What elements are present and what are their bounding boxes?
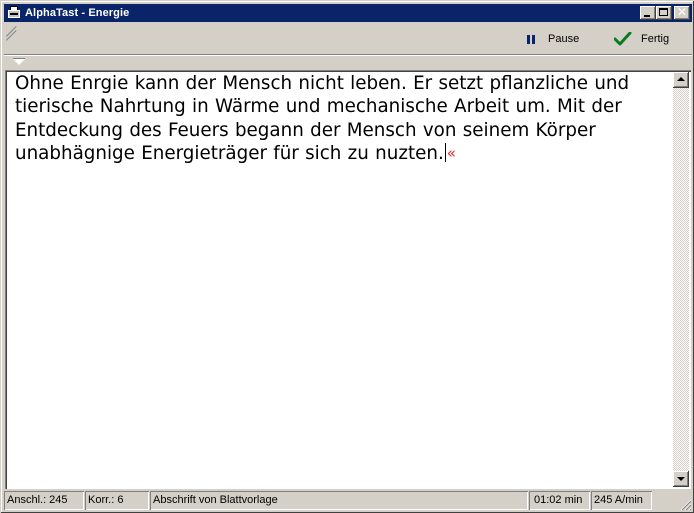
- status-mode: Abschrift von Blattvorlage: [150, 491, 528, 510]
- triangle-down-icon[interactable]: [13, 58, 25, 65]
- window-title: AlphaTast - Energie: [25, 7, 130, 19]
- status-time: 01:02 min: [529, 491, 590, 510]
- pause-button[interactable]: Pause: [527, 30, 579, 48]
- status-speed: 245 A/min: [591, 491, 652, 510]
- pause-icon: [527, 34, 535, 44]
- minimize-button[interactable]: [640, 6, 656, 20]
- scroll-down-button[interactable]: [673, 471, 689, 487]
- end-marker-icon: «: [446, 143, 456, 162]
- ruler-strip: [4, 56, 692, 70]
- done-label: Fertig: [641, 33, 670, 45]
- status-strokes: Anschl.: 245: [4, 491, 84, 510]
- app-window: AlphaTast - Energie ✕ Pause Fertig Ohne …: [0, 0, 694, 513]
- toolbar-grip-icon[interactable]: [6, 26, 20, 41]
- vertical-scrollbar[interactable]: [673, 72, 689, 487]
- maximize-button[interactable]: [656, 6, 672, 20]
- text-caret: [444, 142, 446, 162]
- window-controls: ✕: [640, 5, 690, 20]
- done-button[interactable]: Fertig: [614, 30, 669, 48]
- typing-text-area[interactable]: Ohne Enrgie kann der Mensch nicht leben.…: [5, 70, 691, 489]
- typewriter-icon[interactable]: [7, 6, 21, 20]
- checkmark-icon: [614, 32, 632, 46]
- typing-text: Ohne Enrgie kann der Mensch nicht leben.…: [15, 72, 675, 165]
- toolbar: Pause Fertig: [4, 24, 692, 54]
- scroll-up-button[interactable]: [673, 72, 689, 88]
- close-icon: ✕: [676, 5, 688, 19]
- pause-label: Pause: [548, 33, 580, 45]
- resize-grip-icon[interactable]: [678, 497, 692, 511]
- maximize-icon: [659, 8, 668, 16]
- minimize-icon: [644, 15, 650, 17]
- typed-text: Ohne Enrgie kann der Mensch nicht leben.…: [15, 73, 630, 164]
- title-bar[interactable]: AlphaTast - Energie ✕: [4, 4, 692, 22]
- status-bar: Anschl.: 245 Korr.: 6 Abschrift von Blat…: [4, 491, 692, 511]
- status-corrections: Korr.: 6: [85, 491, 149, 510]
- close-button[interactable]: ✕: [674, 5, 690, 20]
